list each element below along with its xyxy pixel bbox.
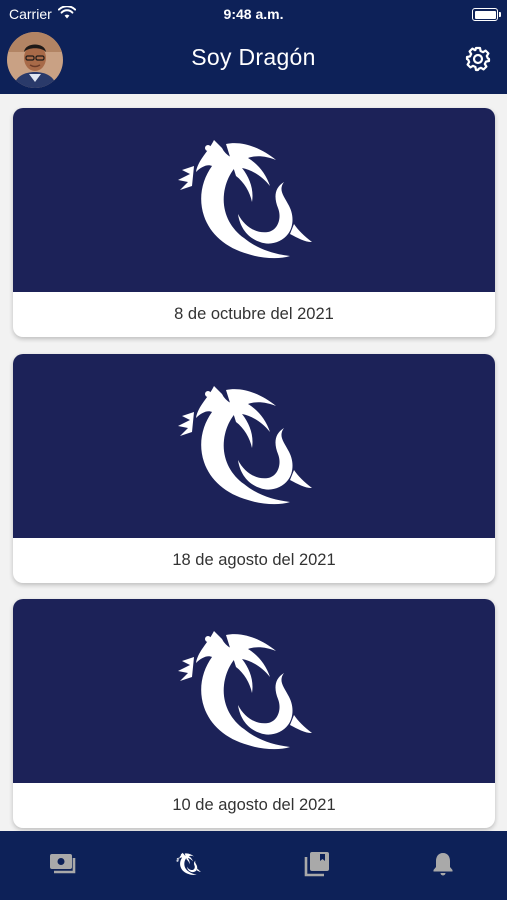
feed-list[interactable]: 8 de octubre del 2021 18 de agosto del 2… <box>0 94 507 831</box>
card-date: 10 de agosto del 2021 <box>172 796 336 814</box>
app-header: Carrier 9:48 a.m. Soy Dragón <box>0 0 507 94</box>
library-icon <box>304 852 329 877</box>
status-bar: Carrier 9:48 a.m. <box>0 0 507 28</box>
tab-library[interactable] <box>302 849 332 879</box>
bell-icon <box>433 853 453 876</box>
tab-notifications[interactable] <box>428 849 458 879</box>
page-title: Soy Dragón <box>191 44 316 70</box>
dragon-logo-icon <box>178 631 312 750</box>
feed-card[interactable]: 8 de octubre del 2021 <box>13 108 495 337</box>
dragon-icon <box>175 852 201 875</box>
card-date: 8 de octubre del 2021 <box>174 305 334 323</box>
feed-card[interactable]: 18 de agosto del 2021 <box>13 354 495 583</box>
card-image <box>13 599 495 783</box>
dragon-logo-icon <box>178 386 312 505</box>
card-image <box>13 354 495 538</box>
tab-bar <box>0 831 507 900</box>
feed-card[interactable]: 10 de agosto del 2021 <box>13 599 495 828</box>
status-time: 9:48 a.m. <box>223 6 284 22</box>
battery-icon <box>472 8 501 21</box>
photo-stack-icon <box>50 854 76 874</box>
tab-dragon[interactable] <box>175 849 205 879</box>
dragon-logo-icon <box>178 140 312 259</box>
card-image <box>13 108 495 292</box>
gear-icon[interactable] <box>465 46 491 72</box>
tab-photos[interactable] <box>49 849 79 879</box>
card-date: 18 de agosto del 2021 <box>172 551 336 569</box>
